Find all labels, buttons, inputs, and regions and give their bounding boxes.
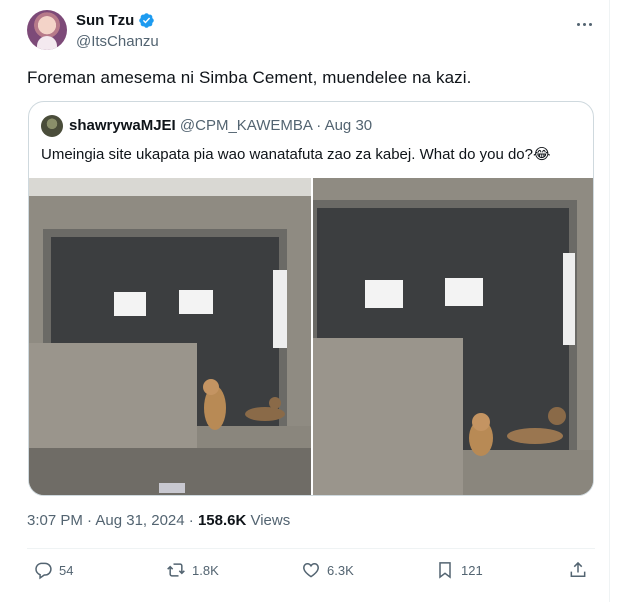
quoted-avatar [41,115,63,137]
like-count: 6.3K [327,562,354,578]
more-options-icon[interactable] [572,12,596,36]
author-avatar[interactable] [27,10,67,50]
author-handle[interactable]: @ItsChanzu [76,33,159,50]
verified-badge-icon [139,13,155,28]
quoted-photo-1[interactable] [29,178,311,495]
reply-icon [35,562,52,580]
reply-count: 54 [59,562,74,578]
quoted-photo-2[interactable] [313,178,593,495]
repost-button[interactable]: 1.8K [166,560,219,580]
views-label: Views [246,512,291,529]
views-count: 158.6K [197,512,247,529]
timestamp[interactable]: 3:07 PM · Aug 31, 2024 · [27,512,198,529]
repost-icon [167,563,185,577]
quoted-handle-date: @CPM_KAWEMBA · Aug 30 [179,117,373,134]
tweet-meta: 3:07 PM · Aug 31, 2024 · 158.6K Views [27,512,290,529]
bookmark-count: 121 [461,562,483,578]
repost-count: 1.8K [192,562,219,578]
quoted-author-name: shawrywaMJEI [69,117,176,134]
share-icon [570,561,586,577]
reply-button[interactable]: 54 [33,560,73,580]
quoted-text: Umeingia site ukapata pia wao wanatafuta… [41,146,551,163]
bookmark-button[interactable]: 121 [435,560,483,580]
tweet-card: Sun Tzu @ItsChanzu Foreman amesema ni Si… [0,0,610,602]
author-name-row: Sun Tzu [76,12,155,29]
share-button[interactable] [568,560,588,580]
tweet-text: Foreman amesema ni Simba Cement, muendel… [27,68,472,87]
action-bar: 54 1.8K 6.3K 121 [0,560,610,586]
quoted-tweet[interactable]: shawrywaMJEI @CPM_KAWEMBA · Aug 30 Umein… [28,101,594,496]
quoted-header: shawrywaMJEI @CPM_KAWEMBA · Aug 30 [69,117,372,134]
author-name[interactable]: Sun Tzu [76,12,134,29]
bookmark-icon [439,562,451,579]
divider [27,548,595,549]
like-icon [303,562,319,578]
like-button[interactable]: 6.3K [301,560,354,580]
